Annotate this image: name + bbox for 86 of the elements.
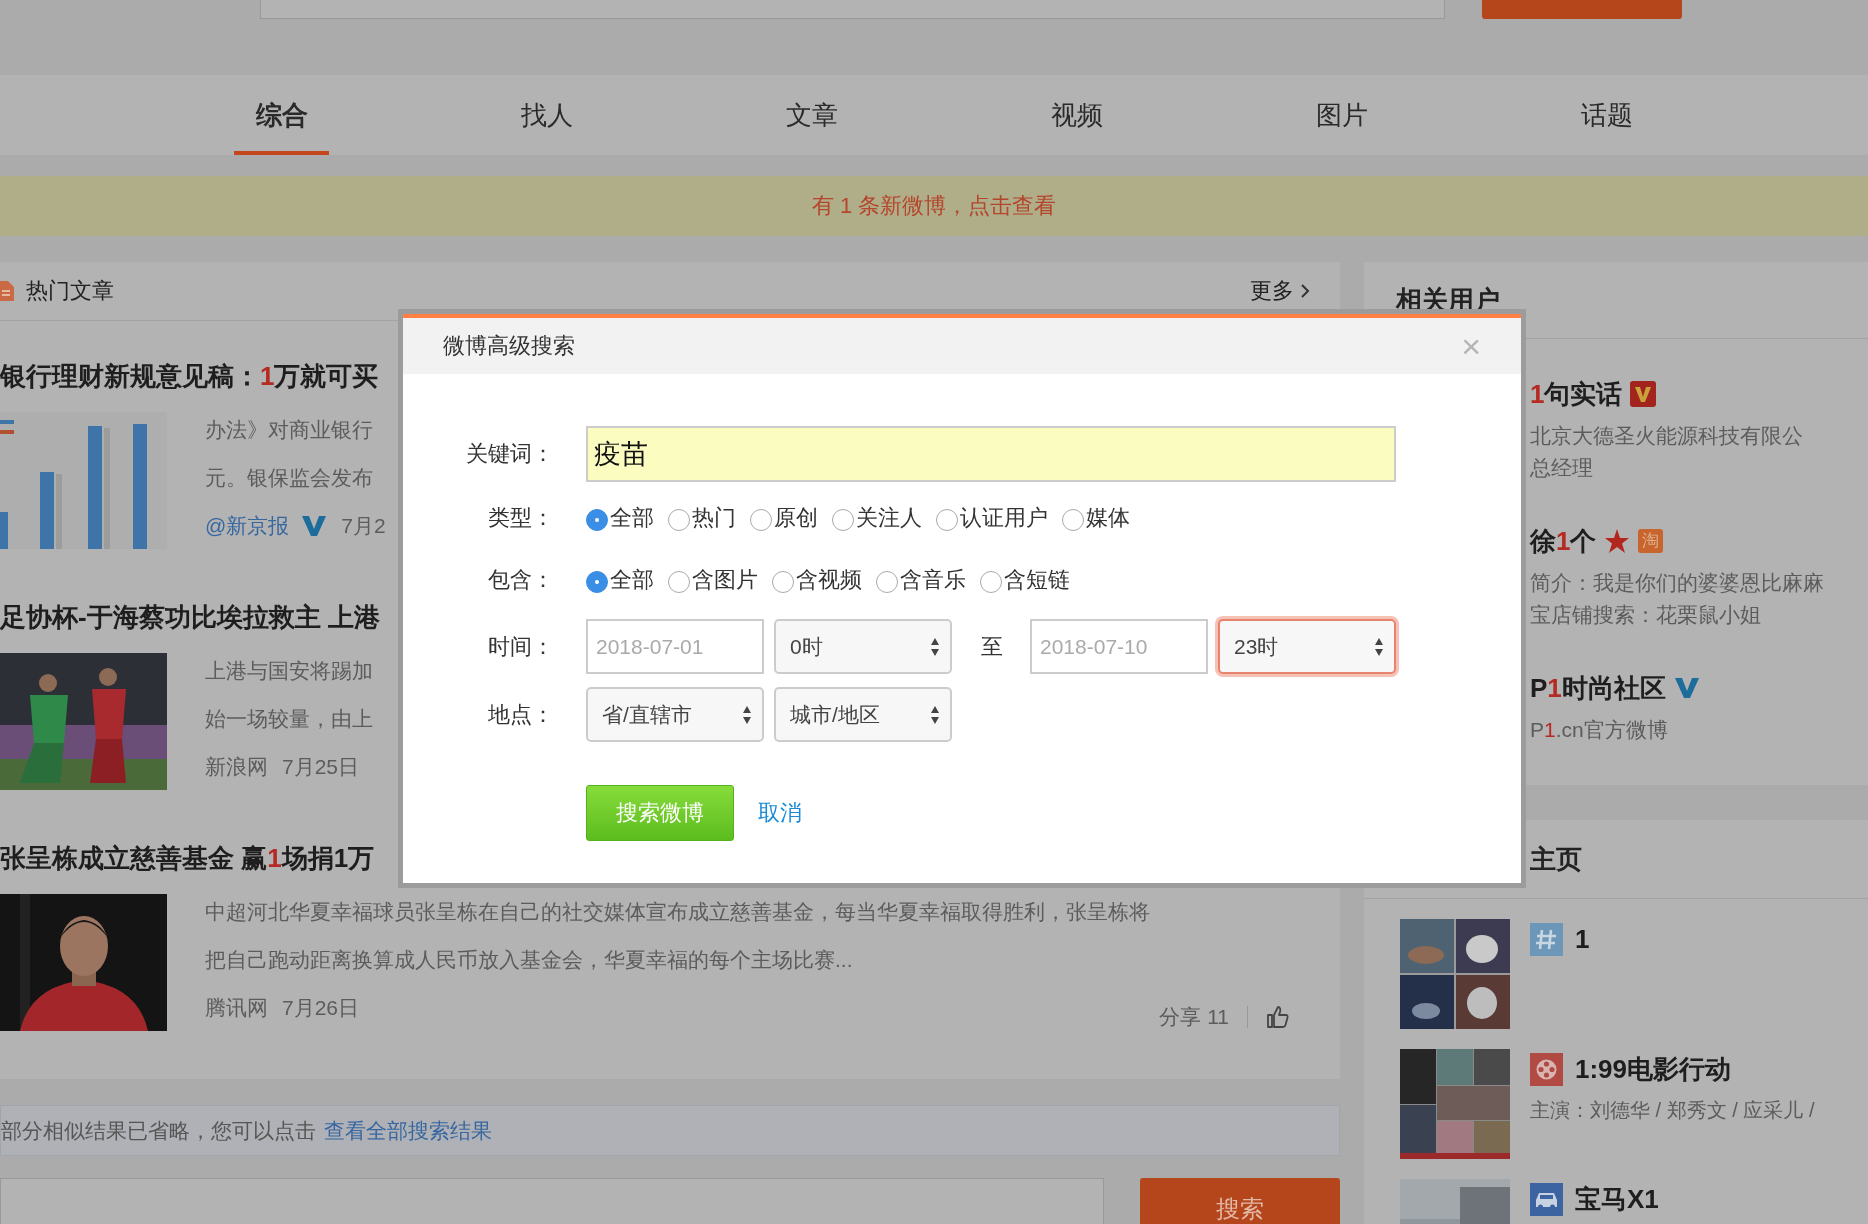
date: 7月26日 bbox=[282, 995, 360, 1021]
radio-button[interactable] bbox=[980, 571, 1002, 593]
user-name[interactable]: 1句实话 bbox=[1530, 376, 1623, 412]
user-info: 简介：我是你们的婆婆恩比麻麻 bbox=[1530, 570, 1824, 596]
tab[interactable]: 找人 bbox=[414, 75, 679, 155]
radio-button[interactable] bbox=[668, 509, 690, 531]
radio-label[interactable]: 全部 bbox=[610, 565, 654, 595]
document-icon bbox=[0, 280, 14, 302]
date: 7月25日 bbox=[282, 754, 360, 780]
summary-line: 元。银保监会发布 bbox=[205, 465, 373, 491]
thumbs-up-icon[interactable] bbox=[1266, 1005, 1290, 1029]
chevron-right-icon bbox=[1300, 283, 1310, 299]
field-label: 包含： bbox=[488, 566, 554, 594]
section-title: 热门文章 bbox=[26, 277, 114, 305]
summary-line: 办法》对商业银行 bbox=[205, 417, 373, 443]
radio-button[interactable] bbox=[772, 571, 794, 593]
dialog-title: 微博高级搜索 bbox=[443, 332, 575, 360]
radio-button[interactable] bbox=[586, 509, 608, 531]
field-label: 时间： bbox=[488, 632, 554, 661]
shop-badge: 淘 bbox=[1638, 529, 1664, 553]
radio-label[interactable]: 含音乐 bbox=[900, 565, 966, 595]
radio-label[interactable]: 含视频 bbox=[796, 565, 862, 595]
page-subtitle: 主演：刘德华 / 郑秀文 / 应采儿 / bbox=[1530, 1098, 1815, 1123]
tab[interactable]: 综合 bbox=[149, 75, 414, 155]
date-field[interactable]: 2018-07-01 bbox=[586, 619, 764, 674]
cancel-link[interactable]: 取消 bbox=[758, 798, 802, 828]
city-select[interactable]: 城市/地区 bbox=[774, 687, 952, 742]
radio-label[interactable]: 媒体 bbox=[1086, 503, 1130, 533]
user-name[interactable]: P1时尚社区 bbox=[1530, 670, 1666, 706]
range-separator: 至 bbox=[981, 632, 1003, 661]
source-name: 新浪网 bbox=[205, 754, 268, 780]
tab[interactable]: 话题 bbox=[1474, 75, 1739, 155]
hour-select[interactable]: 0时 bbox=[774, 619, 952, 674]
radio-button[interactable] bbox=[832, 509, 854, 531]
summary-line: 把自己跑动距离换算成人民币放入基金会，华夏幸福的每个主场比赛... bbox=[205, 947, 853, 973]
radio-label[interactable]: 认证用户 bbox=[960, 503, 1048, 533]
sort-arrows-icon bbox=[930, 704, 940, 725]
date-field[interactable]: 2018-07-10 bbox=[1030, 619, 1208, 674]
radio-button[interactable] bbox=[750, 509, 772, 531]
summary-line: 始一场较量，由上 bbox=[205, 706, 373, 732]
car-icon bbox=[1530, 1182, 1563, 1216]
film-reel-icon bbox=[1530, 1052, 1563, 1086]
radio-label[interactable]: 原创 bbox=[774, 503, 818, 533]
summary-line: 上港与国安将踢加 bbox=[205, 658, 373, 684]
user-info: 宝店铺搜索：花栗鼠小姐 bbox=[1530, 602, 1761, 628]
radio-button[interactable] bbox=[876, 571, 898, 593]
tab[interactable]: 图片 bbox=[1209, 75, 1474, 155]
radio-label[interactable]: 关注人 bbox=[856, 503, 922, 533]
radio-button[interactable] bbox=[936, 509, 958, 531]
date: 7月2 bbox=[341, 513, 386, 539]
hash-icon bbox=[1530, 922, 1563, 956]
radio-label[interactable]: 含图片 bbox=[692, 565, 758, 595]
v-icon bbox=[1673, 677, 1700, 699]
field-label: 类型： bbox=[488, 504, 554, 532]
sort-arrows-icon bbox=[930, 636, 940, 657]
user-name[interactable]: 徐1个 bbox=[1530, 523, 1597, 559]
radio-button[interactable] bbox=[668, 571, 690, 593]
tab[interactable]: 文章 bbox=[679, 75, 944, 155]
summary-line: 中超河北华夏幸福球员张呈栋在自己的社交媒体宣布成立慈善基金，每当华夏幸福取得胜利，张呈栋将 bbox=[205, 899, 1150, 925]
sort-arrows-icon bbox=[742, 704, 752, 725]
user-info: P1.cn官方微博 bbox=[1530, 717, 1668, 743]
page-title[interactable]: 1:99电影行动 bbox=[1575, 1051, 1732, 1087]
radio-label[interactable]: 全部 bbox=[610, 503, 654, 533]
search-field[interactable] bbox=[0, 1178, 1105, 1224]
user-info: 北京大德圣火能源科技有限公 bbox=[1530, 423, 1803, 449]
search-field[interactable] bbox=[260, 0, 1445, 19]
field-label: 关键词： bbox=[466, 440, 554, 468]
hour-select[interactable]: 23时 bbox=[1218, 619, 1396, 674]
field-label: 地点： bbox=[488, 700, 554, 729]
star-icon bbox=[1604, 528, 1631, 554]
radio-label[interactable]: 热门 bbox=[692, 503, 736, 533]
v-badge-icon bbox=[1630, 381, 1657, 407]
section-title: 主页 bbox=[1530, 842, 1582, 876]
sort-arrows-icon bbox=[1374, 636, 1384, 657]
more-link[interactable]: 更多 bbox=[1250, 276, 1310, 306]
radio-button[interactable] bbox=[586, 571, 608, 593]
page-title[interactable]: 1 bbox=[1575, 923, 1590, 955]
omitted-text: 部分相似结果已省略，您可以点击 bbox=[1, 1117, 316, 1144]
source-name: 腾讯网 bbox=[205, 995, 268, 1021]
user-info: 总经理 bbox=[1530, 455, 1593, 481]
radio-button[interactable] bbox=[1062, 509, 1084, 531]
page-title[interactable]: 宝马X1 bbox=[1575, 1181, 1659, 1217]
radio-label[interactable]: 含短链 bbox=[1004, 565, 1070, 595]
tab[interactable]: 视频 bbox=[944, 75, 1209, 155]
province-select[interactable]: 省/直辖市 bbox=[586, 687, 764, 742]
keyword-field[interactable]: 疫苗 bbox=[586, 426, 1396, 482]
